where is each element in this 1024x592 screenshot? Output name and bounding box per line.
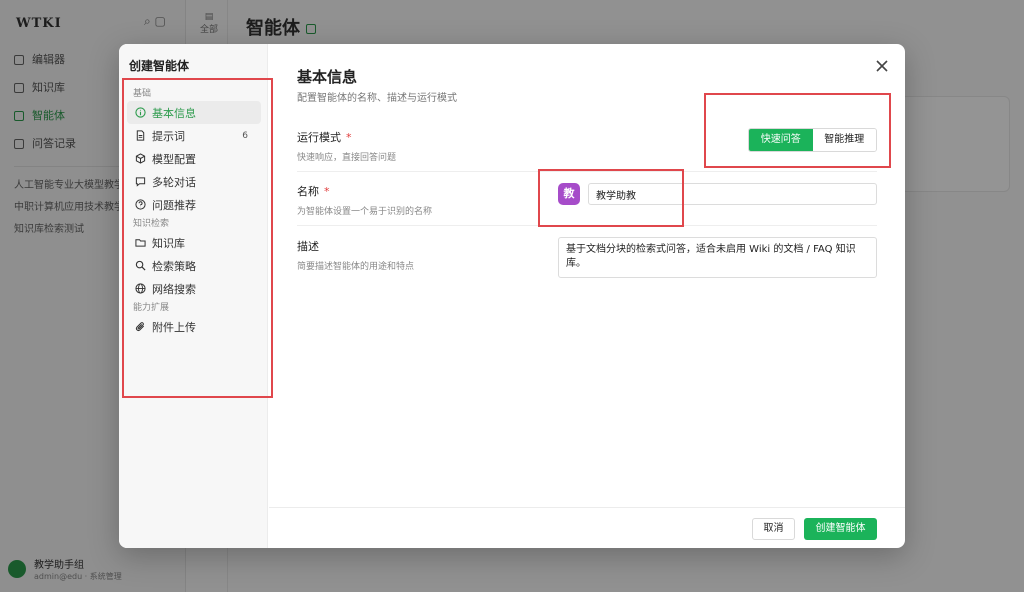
nav-item-paperclip[interactable]: 附件上传 (127, 315, 261, 338)
dialog-content: 基本信息 配置智能体的名称、描述与运行模式 运行模式 * 快速响应，直接回答问题 … (269, 44, 905, 548)
divider (297, 225, 877, 226)
description-textarea[interactable]: 基于文档分块的检索式问答，适合未启用 Wiki 的文档 / FAQ 知识库。 (558, 237, 877, 278)
nav-item-info[interactable]: 基本信息 (127, 101, 261, 124)
nav-item-globe[interactable]: 网络搜索 (127, 277, 261, 300)
settings-nav: 基础 基本信息提示词 6 模型配置多轮对话问题推荐知识检索知识库检索策略网络搜索能力扩… (127, 86, 261, 338)
nav-item-label: 基本信息 (152, 106, 196, 120)
chat-icon (135, 176, 146, 187)
create-agent-button[interactable]: 创建智能体 (804, 518, 877, 540)
mode-option[interactable]: 智能推理 (812, 129, 876, 151)
paperclip-icon (135, 321, 146, 332)
folder-icon (135, 237, 146, 248)
nav-item-label: 附件上传 (152, 320, 196, 334)
nav-section-label: 能力扩展 (133, 303, 170, 313)
nav-item-help-circle[interactable]: 问题推荐 (127, 193, 261, 216)
section-subtitle: 配置智能体的名称、描述与运行模式 (297, 93, 457, 104)
info-icon (135, 107, 146, 118)
required-marker: * (324, 185, 330, 198)
cancel-button[interactable]: 取消 (752, 518, 795, 540)
close-icon[interactable] (875, 59, 889, 73)
dialog-footer: 取消 创建智能体 (269, 507, 905, 548)
section-title: 基本信息 (297, 68, 358, 86)
nav-section-label: 知识检索 (133, 219, 170, 229)
mode-toggle[interactable]: 快速问答 智能推理 (748, 128, 877, 152)
mode-option[interactable]: 快速问答 (749, 129, 813, 151)
cube-icon (135, 153, 146, 164)
nav-item-label: 知识库 (152, 236, 185, 250)
nav-item-label: 多轮对话 (152, 175, 196, 189)
nav-item-label: 网络搜索 (152, 282, 196, 296)
item-count: 6 (242, 130, 248, 141)
nav-item-folder[interactable]: 知识库 (127, 231, 261, 254)
nav-section-label: 基础 (133, 89, 152, 99)
name-hint: 为智能体设置一个易于识别的名称 (297, 207, 433, 217)
nav-item-search[interactable]: 检索策略 (127, 254, 261, 277)
nav-item-file-text[interactable]: 提示词 6 (127, 124, 261, 147)
globe-icon (135, 283, 146, 294)
create-agent-dialog: 创建智能体 基础 基本信息 提示词 6 模型配置 多轮对话 问题推荐 知识检索 知识库 检索策略网… (119, 44, 905, 548)
dialog-sidebar: 创建智能体 基础 基本信息提示词 6 模型配置多轮对话问题推荐知识检索知识库检索策略网… (119, 44, 268, 548)
search-icon (135, 260, 146, 271)
nav-item-label: 检索策略 (152, 259, 196, 273)
name-input[interactable] (588, 183, 877, 205)
dialog-title: 创建智能体 (129, 59, 190, 73)
help-circle-icon (135, 199, 146, 210)
nav-item-label: 问题推荐 (152, 198, 196, 212)
divider (297, 171, 877, 172)
nav-item-label: 模型配置 (152, 152, 196, 166)
nav-item-chat[interactable]: 多轮对话 (127, 170, 261, 193)
file-text-icon (135, 130, 146, 141)
nav-item-cube[interactable]: 模型配置 (127, 147, 261, 170)
agent-avatar-picker[interactable]: 教 (558, 183, 580, 205)
nav-item-label: 提示词 (152, 129, 185, 143)
required-marker: * (346, 131, 352, 144)
